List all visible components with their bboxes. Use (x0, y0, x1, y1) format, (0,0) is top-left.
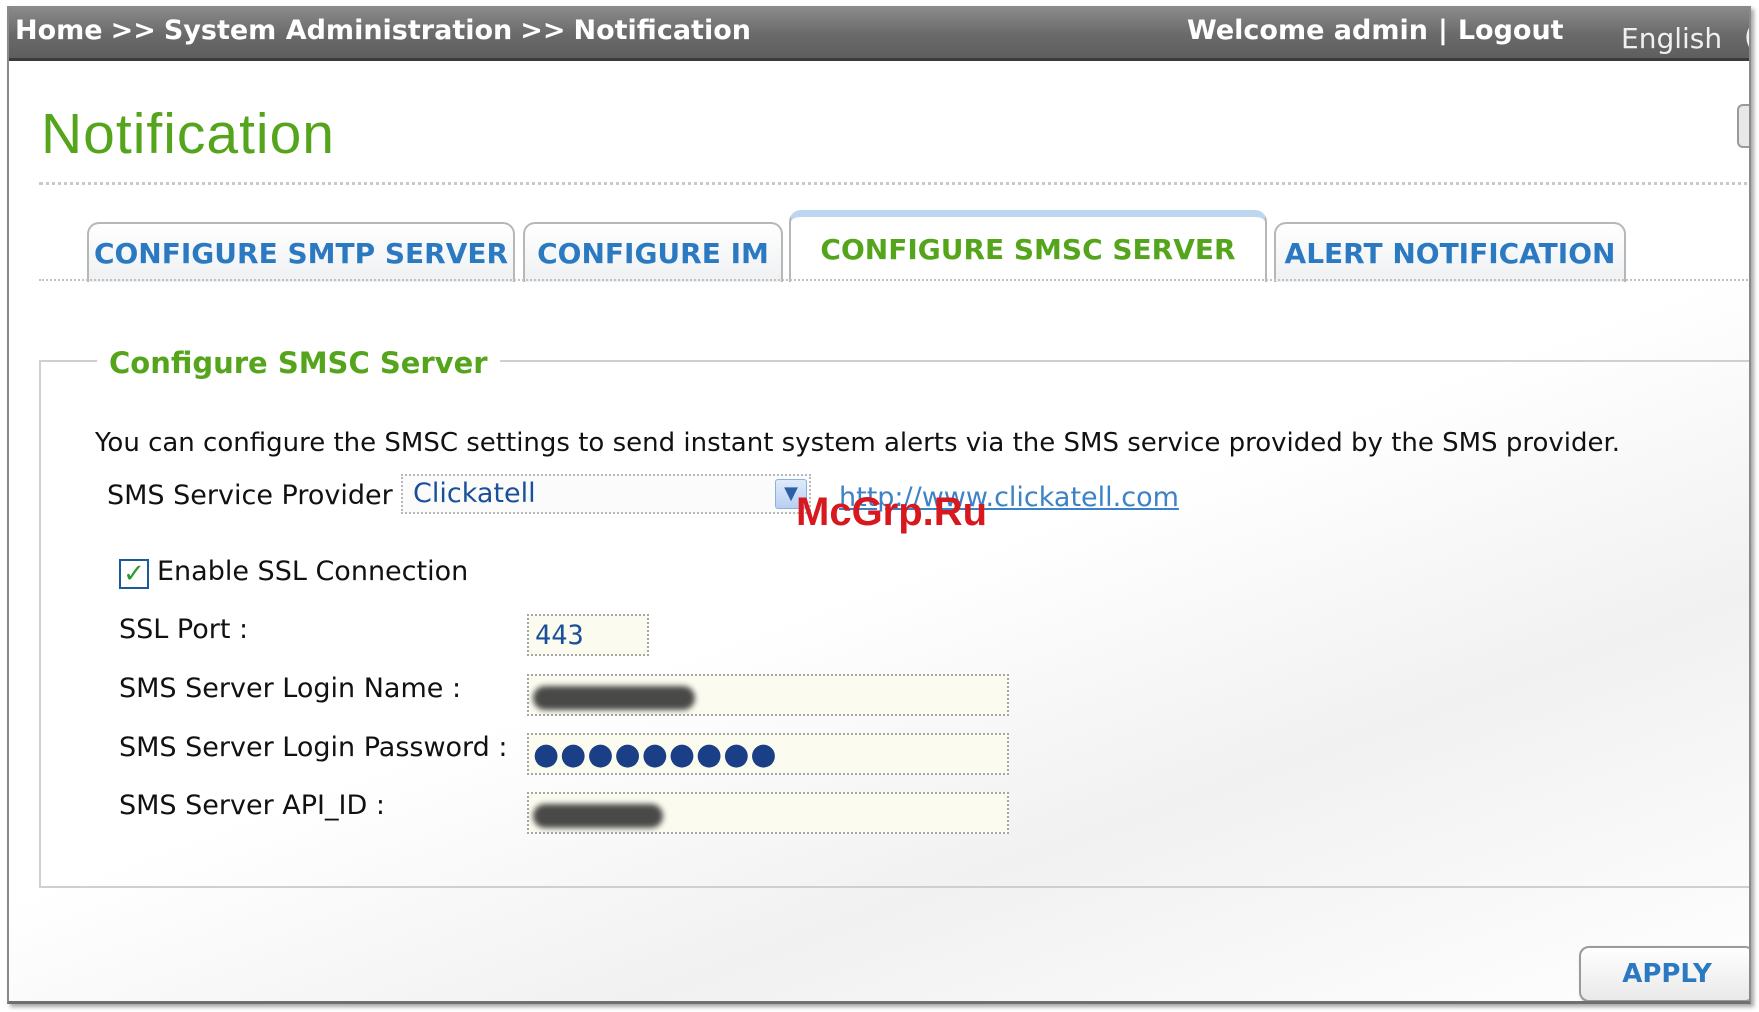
breadcrumb-separator: >> (110, 15, 156, 46)
ssl-port-label: SSL Port : (119, 614, 249, 645)
breadcrumb: Home >> System Administration >> Notificatio… (15, 15, 751, 46)
api-id-label: SMS Server API_ID : (119, 790, 385, 821)
enable-ssl-checkbox[interactable]: ✓ (119, 559, 149, 589)
provider-selected-value: Clickatell (413, 478, 536, 509)
tab-alert-notification[interactable]: ALERT NOTIFICATION (1274, 222, 1626, 282)
top-bar: Home >> System Administration >> Notificatio… (9, 6, 1749, 61)
welcome-text: Welcome admin (1187, 15, 1428, 46)
user-info: Welcome admin | Logout (1187, 15, 1564, 46)
breadcrumb-separator: >> (520, 15, 566, 46)
scrollbar-handle[interactable] (1737, 104, 1749, 148)
enable-ssl-label: Enable SSL Connection (157, 556, 469, 587)
header-divider: | (1437, 15, 1448, 46)
tabs-divider (39, 279, 1749, 281)
redacted-api-id (533, 804, 663, 828)
login-password-label: SMS Server Login Password : (119, 732, 508, 763)
breadcrumb-notification: Notification (573, 15, 751, 46)
redacted-login-name (533, 686, 695, 710)
tab-configure-smsc-server[interactable]: CONFIGURE SMSC SERVER (789, 210, 1267, 282)
logout-link[interactable]: Logout (1458, 15, 1564, 46)
provider-select[interactable]: Clickatell ▼ (401, 474, 811, 514)
language-selector-edge: ( (1744, 20, 1749, 53)
apply-button[interactable]: APPLY (1579, 946, 1749, 1001)
tab-configure-im[interactable]: CONFIGURE IM (523, 222, 783, 282)
page-title: Notification (41, 102, 335, 166)
breadcrumb-system-administration[interactable]: System Administration (164, 15, 512, 46)
password-mask: ●●●●●●●●● (533, 737, 778, 772)
tab-configure-smtp-server[interactable]: CONFIGURE SMTP SERVER (87, 222, 515, 282)
check-icon: ✓ (123, 559, 145, 589)
watermark: McGrp.Ru (796, 490, 988, 534)
provider-label: SMS Service Provider (107, 480, 393, 511)
ssl-port-input[interactable] (527, 614, 649, 656)
section-description: You can configure the SMSC settings to s… (95, 428, 1621, 458)
section-legend: Configure SMSC Server (97, 346, 500, 380)
login-name-label: SMS Server Login Name : (119, 673, 462, 704)
language-selector[interactable]: English (1621, 22, 1722, 55)
app-window: Home >> System Administration >> Notificatio… (7, 6, 1751, 1004)
breadcrumb-home[interactable]: Home (15, 15, 103, 46)
title-divider (39, 182, 1749, 185)
